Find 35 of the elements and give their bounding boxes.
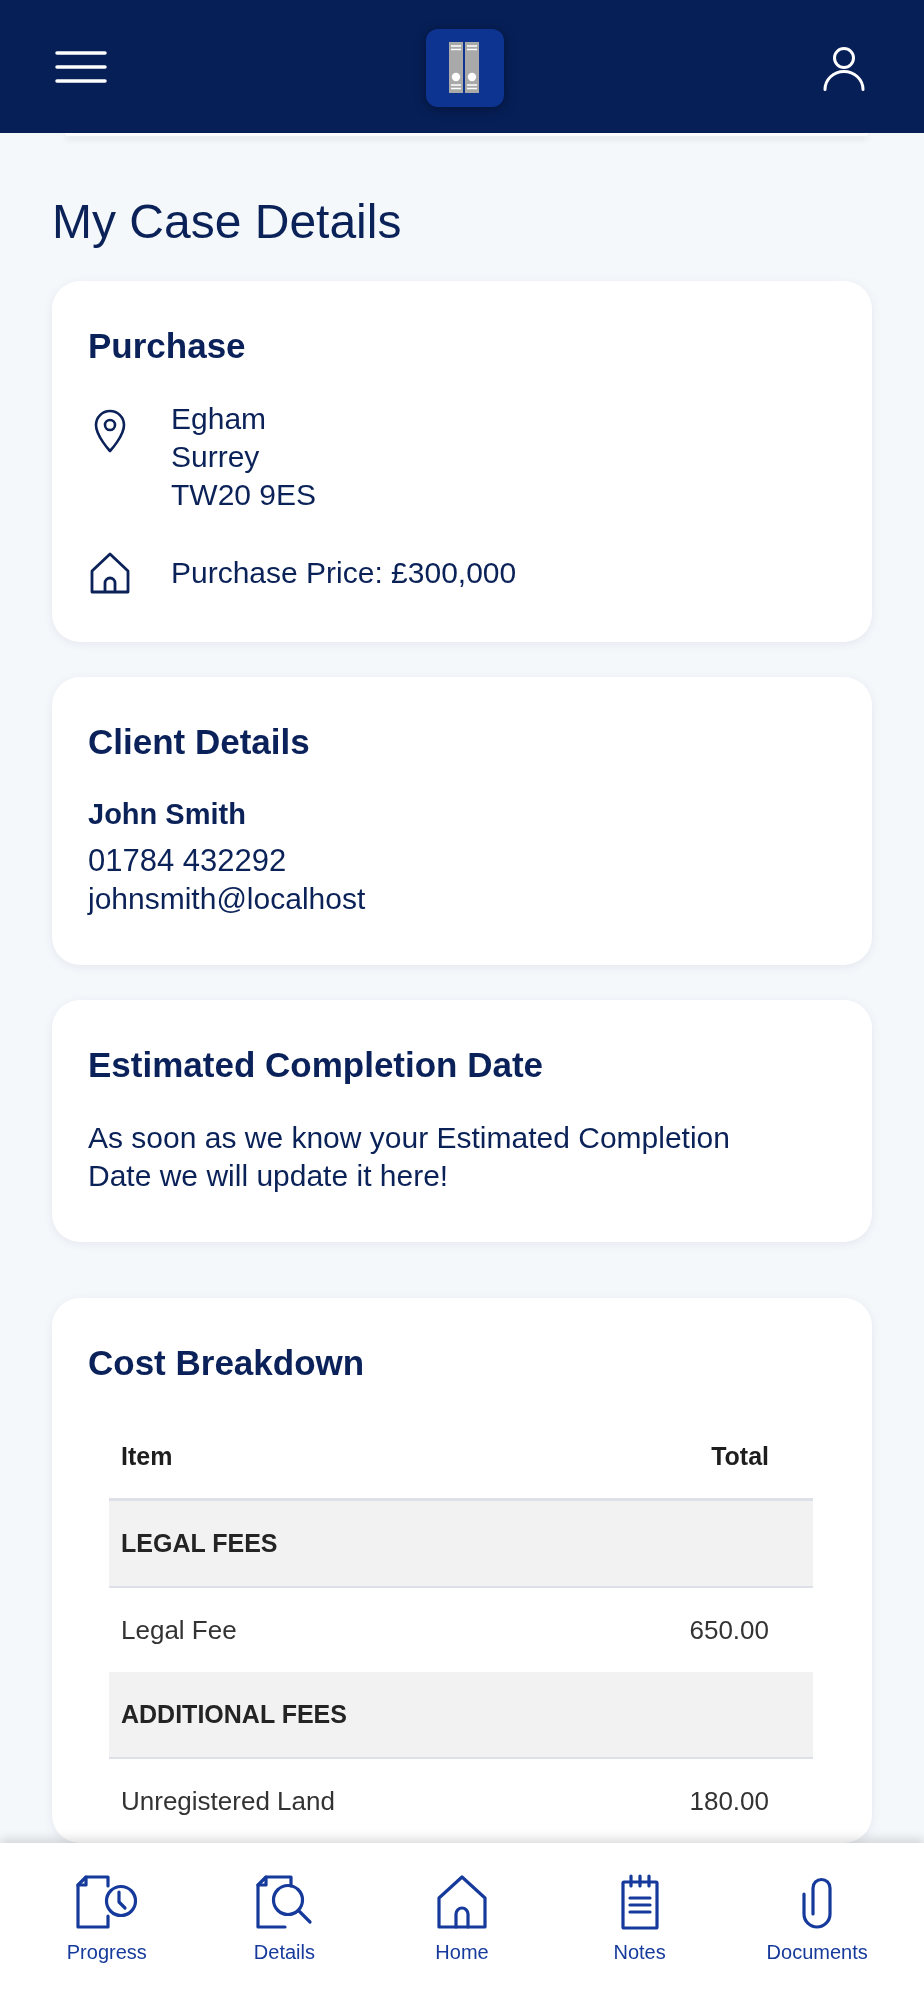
client-email: johnsmith@localhost	[88, 881, 367, 917]
house-icon	[89, 551, 131, 595]
card-title: Client Details	[88, 721, 311, 763]
location-pin-icon	[93, 409, 127, 453]
binders-logo-icon	[425, 28, 504, 107]
card-title: Purchase	[88, 325, 247, 367]
table-cell: ADDITIONAL FEES	[121, 1700, 347, 1729]
home-icon	[436, 1874, 488, 1930]
column-header: Item	[121, 1441, 173, 1471]
address-line: Surrey	[171, 439, 261, 475]
table-cell: 180.00	[689, 1785, 769, 1817]
nav-button[interactable]: Documents	[766, 1874, 868, 1964]
nav-button[interactable]: Notes	[613, 1874, 666, 1964]
page-title: My Case Details	[52, 194, 403, 250]
table-cell: 650.00	[689, 1614, 769, 1646]
table-cell: LEGAL FEES	[121, 1529, 278, 1558]
card-title: Cost Breakdown	[88, 1342, 366, 1384]
table-cell: Legal Fee	[121, 1614, 237, 1646]
purchase-price: Purchase Price: £300,000	[171, 555, 518, 591]
document-clock-icon	[75, 1874, 139, 1930]
card-title: Estimated Completion Date	[88, 1044, 545, 1086]
address-line: TW20 9ES	[171, 477, 318, 513]
address-line: Egham	[171, 401, 268, 437]
notepad-icon	[619, 1874, 660, 1930]
nav-button[interactable]: Details	[253, 1874, 315, 1964]
client-name: John Smith	[88, 797, 247, 832]
nav-button[interactable]: Progress	[66, 1874, 147, 1964]
menu-icon[interactable]	[55, 50, 107, 83]
document-search-icon	[255, 1874, 314, 1930]
client-phone: 01784 432292	[88, 842, 288, 880]
completion-message: As soon as we know your Estimated Completion Date we will update it here!	[88, 1120, 731, 1194]
table-cell: Unregistered Land	[121, 1785, 335, 1817]
nav-button[interactable]: Home	[435, 1874, 489, 1964]
column-header: Total	[711, 1441, 769, 1471]
user-icon[interactable]	[822, 45, 866, 92]
